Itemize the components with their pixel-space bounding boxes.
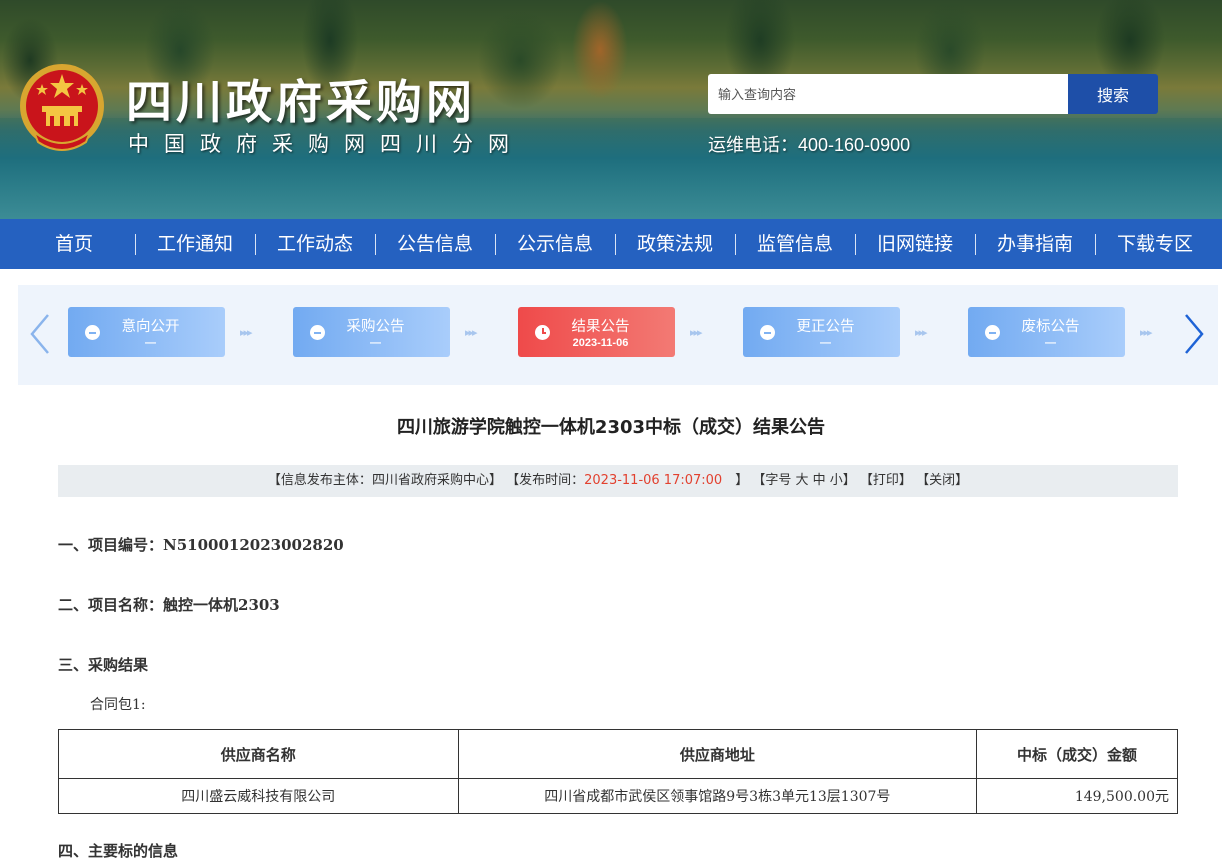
nav-item-policy[interactable]: 政策法规 <box>615 219 735 269</box>
header-banner: 四川政府采购网 中国政府采购网四川分网 搜索 运维电话：400-160-0900 <box>0 0 1222 219</box>
search-button[interactable]: 搜索 <box>1068 74 1158 114</box>
meta-bar: 【信息发布主体：四川省政府采购中心】 【发布时间：2023-11-06 17:0… <box>58 465 1178 497</box>
section-project-name: 二、项目名称：触控一体机2303 <box>58 596 280 614</box>
national-emblem-logo <box>20 64 104 151</box>
nav-item-guide[interactable]: 办事指南 <box>975 219 1095 269</box>
chevron-right-icon[interactable] <box>1178 309 1208 359</box>
search-input[interactable] <box>708 74 1068 114</box>
section-project-number: 一、项目编号：N5100012023002820 <box>58 536 344 554</box>
nav-item-downloads[interactable]: 下载专区 <box>1095 219 1215 269</box>
supplier-name: 四川盛云威科技有限公司 <box>58 778 459 814</box>
package-label: 合同包1: <box>90 697 146 713</box>
publish-time: 2023-11-06 17:07:00 <box>584 473 723 488</box>
nav-item-work-notice[interactable]: 工作通知 <box>135 219 255 269</box>
hotline-text: 运维电话：400-160-0900 <box>708 135 911 155</box>
section-main-items: 四、主要标的信息 <box>58 842 179 860</box>
publisher-name: 四川省政府采购中心 <box>371 473 489 488</box>
nav-item-supervision[interactable]: 监管信息 <box>735 219 855 269</box>
site-subtitle: 中国政府采购网四川分网 <box>128 132 524 156</box>
step-correction[interactable]: 更正公告 — <box>743 307 900 357</box>
table-row: 四川盛云威科技有限公司 四川省成都市武侯区领事馆路9号3栋3单元13层1307号… <box>58 778 1178 814</box>
nav-item-old-site[interactable]: 旧网链接 <box>855 219 975 269</box>
main-nav: 首页 工作通知 工作动态 公告信息 公示信息 政策法规 监管信息 旧网链接 办事… <box>0 219 1222 269</box>
site-title: 四川政府采购网 <box>126 75 476 129</box>
result-table: 供应商名称 供应商地址 中标（成交）金额 四川盛云威科技有限公司 四川省成都市武… <box>58 729 1178 814</box>
chevron-left-icon[interactable] <box>26 309 56 359</box>
flow-arrow-icon: ▸▸▸ <box>1140 326 1153 339</box>
step-intent[interactable]: 意向公开 — <box>68 307 225 357</box>
flow-arrow-icon: ▸▸▸ <box>690 326 703 339</box>
font-size-controls[interactable]: 【字号 大 中 小】 <box>752 473 855 488</box>
section-procurement-result: 三、采购结果 <box>58 656 149 674</box>
table-header: 供应商名称 <box>58 729 459 779</box>
step-result[interactable]: 结果公告 2023-11-06 <box>518 307 675 357</box>
flow-arrow-icon: ▸▸▸ <box>465 326 478 339</box>
table-header: 供应商地址 <box>457 729 978 779</box>
step-cancel[interactable]: 废标公告 — <box>968 307 1125 357</box>
page-title: 四川旅游学院触控一体机2303中标（成交）结果公告 <box>396 417 826 438</box>
nav-item-home[interactable]: 首页 <box>0 219 135 269</box>
nav-item-announcements[interactable]: 公告信息 <box>375 219 495 269</box>
nav-item-publicity[interactable]: 公示信息 <box>495 219 615 269</box>
supplier-address: 四川省成都市武侯区领事馆路9号3栋3单元13层1307号 <box>457 778 978 814</box>
flow-arrow-icon: ▸▸▸ <box>915 326 928 339</box>
table-header-row: 供应商名称 供应商地址 中标（成交）金额 <box>58 729 1178 779</box>
flow-arrow-icon: ▸▸▸ <box>240 326 253 339</box>
bid-amount: 149,500.00元 <box>976 778 1178 814</box>
step-procurement[interactable]: 采购公告 — <box>293 307 450 357</box>
nav-item-work-news[interactable]: 工作动态 <box>255 219 375 269</box>
close-link[interactable]: 【关闭】 <box>916 473 968 488</box>
procurement-steps: 意向公开 — ▸▸▸ 采购公告 — ▸▸▸ 结果公告 2023-11-06 ▸▸… <box>18 285 1218 385</box>
table-header: 中标（成交）金额 <box>976 729 1178 779</box>
print-link[interactable]: 【打印】 <box>860 473 912 488</box>
